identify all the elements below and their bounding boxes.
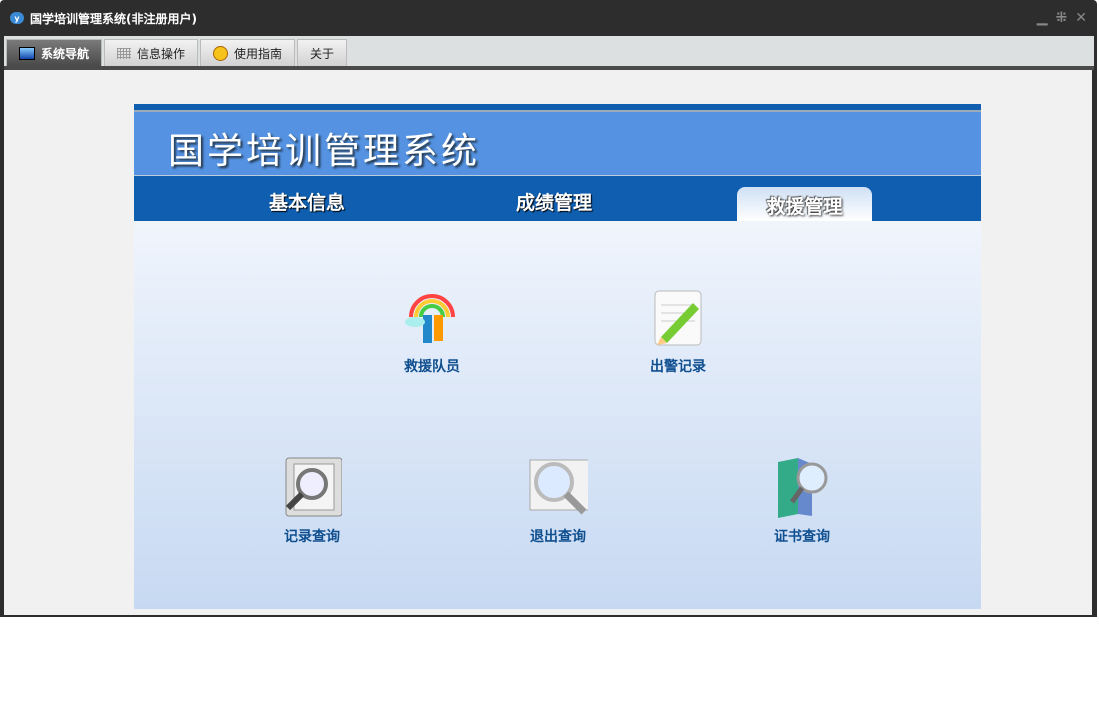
dispatch-records-button[interactable]: 出警记录 [618, 286, 738, 376]
tab-system-nav[interactable]: 系统导航 [6, 39, 103, 66]
main-panel: 国学培训管理系统 基本信息 成绩管理 救援管理 救援队员 出警记录 记录查询 退… [134, 104, 981, 609]
nav-basic-info[interactable]: 基本信息 [269, 188, 345, 215]
team-icon [402, 286, 462, 348]
restore-icon[interactable]: ⁜ [1056, 10, 1068, 26]
tab-bar: 系统导航 信息操作 使用指南 关于 [4, 36, 1094, 70]
tab-label: 关于 [310, 46, 335, 61]
exit-query-button[interactable]: 退出查询 [498, 456, 618, 546]
app-window: y 国学培训管理系统(非注册用户) ▁ ⁜ ✕ 系统导航 信息操作 使用指南 关… [0, 0, 1097, 617]
title-bar: y 国学培训管理系统(非注册用户) ▁ ⁜ ✕ [0, 0, 1097, 36]
tab-guide[interactable]: 使用指南 [200, 39, 296, 66]
tab-about[interactable]: 关于 [297, 39, 348, 66]
item-label: 救援队员 [404, 359, 460, 375]
magnifier-window-icon [528, 456, 588, 518]
item-label: 退出查询 [530, 529, 586, 545]
item-label: 记录查询 [284, 529, 340, 545]
app-logo-icon: y [10, 12, 24, 24]
help-icon [213, 45, 229, 61]
minimize-icon[interactable]: ▁ [1037, 10, 1048, 26]
tab-label: 使用指南 [234, 46, 283, 61]
content-area: 国学培训管理系统 基本信息 成绩管理 救援管理 救援队员 出警记录 记录查询 退… [4, 70, 1092, 615]
rescue-members-button[interactable]: 救援队员 [372, 286, 492, 376]
film-search-icon [282, 456, 342, 518]
tab-info-ops[interactable]: 信息操作 [104, 39, 199, 66]
item-label: 证书查询 [774, 529, 830, 545]
item-label: 出警记录 [650, 359, 706, 375]
grid-icon [117, 47, 132, 59]
nav-score-mgmt[interactable]: 成绩管理 [516, 188, 592, 215]
monitor-icon [19, 46, 35, 60]
close-icon[interactable]: ✕ [1075, 10, 1087, 26]
certificate-query-button[interactable]: 证书查询 [742, 456, 862, 546]
module-nav: 基本信息 成绩管理 救援管理 [134, 175, 981, 221]
banner-title: 国学培训管理系统 [168, 131, 481, 172]
nav-rescue-mgmt[interactable]: 救援管理 [737, 187, 872, 221]
window-title: 国学培训管理系统(非注册用户) [30, 11, 197, 26]
record-query-button[interactable]: 记录查询 [252, 456, 372, 546]
notepad-pencil-icon [648, 286, 708, 348]
tab-label: 信息操作 [137, 46, 186, 61]
book-search-icon [772, 456, 832, 518]
tab-label: 系统导航 [41, 46, 90, 61]
banner: 国学培训管理系统 [134, 104, 981, 175]
